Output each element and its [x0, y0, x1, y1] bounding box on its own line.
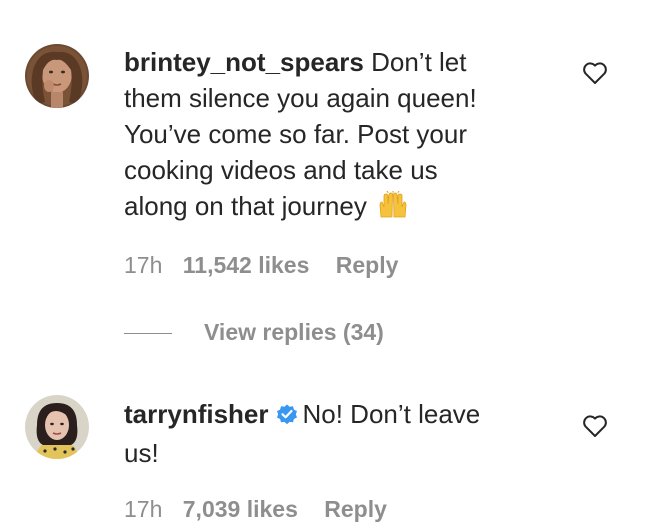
comment-text-line: cooking videos and take us [124, 155, 438, 185]
raising-hands-emoji [378, 190, 408, 228]
heart-icon[interactable] [582, 61, 608, 85]
comment-username[interactable]: tarrynfisher [124, 399, 269, 429]
comment-meta: 17h 7,039 likes Reply [124, 496, 387, 523]
verified-badge-icon [275, 399, 299, 435]
avatar-brintey[interactable] [25, 44, 89, 108]
avatar-tarrynfisher[interactable] [25, 395, 89, 459]
reply-button[interactable]: Reply [324, 496, 387, 523]
reply-button[interactable]: Reply [336, 252, 399, 279]
comment-body: tarrynfisher No! Don’t leave us! [124, 396, 564, 471]
comment-text-line: Don’t let [371, 47, 467, 77]
comment-text-line: You’ve come so far. Post your [124, 119, 468, 149]
comment-text-line: them silence you again queen! [124, 83, 477, 113]
like-count[interactable]: 7,039 likes [183, 496, 298, 523]
comment-text-line: along on that journey [124, 191, 367, 221]
comment-body: brintey_not_spears Don’t let them silenc… [124, 44, 564, 228]
comment-username[interactable]: brintey_not_spears [124, 47, 364, 77]
comment-text-line: us! [124, 438, 159, 468]
comment-time: 17h [124, 252, 163, 278]
like-count[interactable]: 11,542 likes [183, 252, 310, 279]
heart-icon[interactable] [582, 414, 608, 438]
comment-meta: 17h 11,542 likes Reply [124, 252, 398, 279]
view-replies-button[interactable]: View replies (34) [204, 319, 384, 346]
comment-text-line: No! Don’t leave [302, 399, 481, 429]
replies-divider-line [124, 333, 172, 334]
comment-time: 17h [124, 496, 163, 522]
